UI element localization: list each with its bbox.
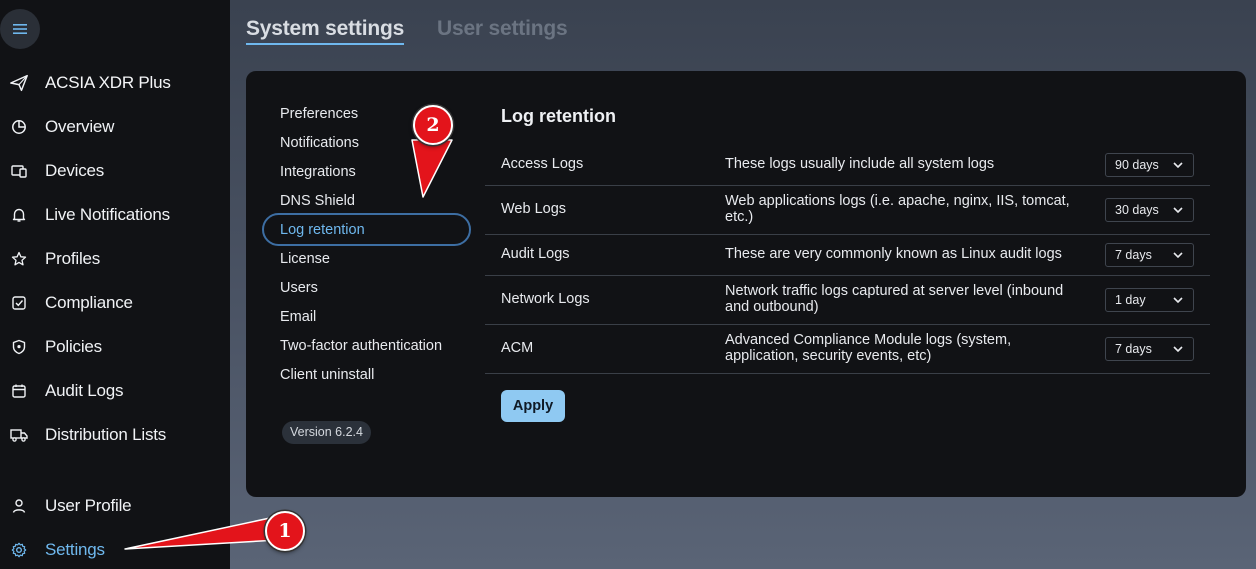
chevron-down-icon — [1173, 297, 1183, 304]
menu-toggle-button[interactable] — [0, 9, 40, 49]
tab-user-settings[interactable]: User settings — [437, 17, 568, 41]
tab-system-settings[interactable]: System settings — [246, 17, 404, 41]
settings-nav-users[interactable]: Users — [280, 278, 318, 298]
log-name: ACM — [501, 340, 534, 356]
chart-pie-icon — [10, 118, 28, 136]
log-description: Advanced Compliance Module logs (system,… — [725, 332, 1012, 364]
sidebar-item-label: Distribution Lists — [45, 425, 167, 444]
sidebar-item-label: Compliance — [45, 293, 133, 312]
settings-nav-client-uninstall[interactable]: Client uninstall — [280, 365, 374, 385]
settings-nav-integrations[interactable]: Integrations — [280, 162, 356, 182]
sidebar-item-policies[interactable]: Policies — [0, 332, 230, 362]
log-name: Audit Logs — [501, 246, 570, 262]
row-divider — [485, 324, 1210, 325]
sidebar: ACSIA XDR Plus Overview Devices Live Not… — [0, 0, 230, 569]
brand-name: ACSIA XDR Plus — [45, 73, 171, 92]
retention-value: 7 days — [1115, 342, 1152, 356]
log-description: Web applications logs (i.e. apache, ngin… — [725, 193, 1070, 225]
sidebar-item-label: Policies — [45, 337, 102, 356]
retention-select[interactable]: 7 days — [1105, 337, 1194, 361]
chevron-down-icon — [1173, 162, 1183, 169]
settings-nav-dns-shield[interactable]: DNS Shield — [280, 191, 355, 211]
apply-button[interactable]: Apply — [501, 390, 565, 422]
retention-select[interactable]: 30 days — [1105, 198, 1194, 222]
log-description: These logs usually include all system lo… — [725, 156, 995, 172]
calendar-icon — [10, 382, 28, 400]
sidebar-item-distribution-lists[interactable]: Distribution Lists — [0, 420, 230, 450]
sidebar-item-label: Profiles — [45, 249, 101, 268]
sidebar-item-label: Audit Logs — [45, 381, 124, 400]
retention-value: 1 day — [1115, 293, 1146, 307]
sidebar-item-label: Overview — [45, 117, 115, 136]
sidebar-item-user-profile[interactable]: User Profile — [0, 491, 230, 521]
annotation-marker-1: 1 — [265, 511, 305, 551]
sidebar-item-audit-logs[interactable]: Audit Logs — [0, 376, 230, 406]
chevron-down-icon — [1173, 207, 1183, 214]
retention-value: 30 days — [1115, 203, 1159, 217]
sidebar-item-devices[interactable]: Devices — [0, 156, 230, 186]
retention-select[interactable]: 1 day — [1105, 288, 1194, 312]
truck-icon — [10, 426, 28, 444]
sidebar-item-profiles[interactable]: Profiles — [0, 244, 230, 274]
brand-logo[interactable]: ACSIA XDR Plus — [0, 68, 230, 98]
row-divider — [485, 373, 1210, 374]
hamburger-icon — [13, 24, 27, 34]
log-name: Network Logs — [501, 291, 590, 307]
shield-icon — [10, 338, 28, 356]
sidebar-item-label: Devices — [45, 161, 105, 180]
active-tab-indicator — [246, 43, 404, 45]
sidebar-item-live-notifications[interactable]: Live Notifications — [0, 200, 230, 230]
retention-select[interactable]: 90 days — [1105, 153, 1194, 177]
sidebar-item-label: Settings — [45, 540, 105, 559]
annotation-marker-2: 2 — [413, 105, 453, 145]
log-name: Access Logs — [501, 156, 584, 172]
sidebar-item-compliance[interactable]: Compliance — [0, 288, 230, 318]
user-icon — [10, 497, 28, 515]
settings-nav-license[interactable]: License — [280, 249, 330, 269]
chevron-down-icon — [1173, 346, 1183, 353]
settings-nav-notifications[interactable]: Notifications — [280, 133, 359, 153]
log-name: Web Logs — [501, 201, 567, 217]
row-divider — [485, 185, 1210, 186]
retention-select[interactable]: 7 days — [1105, 243, 1194, 267]
section-title: Log retention — [501, 106, 616, 126]
bell-icon — [10, 206, 28, 224]
devices-icon — [10, 162, 28, 180]
paper-plane-logo-icon — [10, 74, 28, 92]
sidebar-item-label: User Profile — [45, 496, 132, 515]
sidebar-item-label: Live Notifications — [45, 205, 170, 224]
chevron-down-icon — [1173, 252, 1183, 259]
log-description: Network traffic logs captured at server … — [725, 283, 1064, 315]
settings-nav-two-factor-authentication[interactable]: Two-factor authentication — [280, 336, 442, 356]
log-description: These are very commonly known as Linux a… — [725, 246, 1062, 262]
settings-nav-preferences[interactable]: Preferences — [280, 104, 358, 124]
row-divider — [485, 275, 1210, 276]
retention-value: 90 days — [1115, 158, 1159, 172]
sidebar-item-settings[interactable]: Settings — [0, 535, 230, 565]
gear-icon — [10, 541, 28, 559]
check-square-icon — [10, 294, 28, 312]
version-badge: Version 6.2.4 — [282, 421, 371, 444]
star-icon — [10, 250, 28, 268]
settings-nav-log-retention[interactable]: Log retention — [280, 220, 365, 240]
sidebar-item-overview[interactable]: Overview — [0, 112, 230, 142]
retention-value: 7 days — [1115, 248, 1152, 262]
settings-nav-email[interactable]: Email — [280, 307, 316, 327]
row-divider — [485, 234, 1210, 235]
